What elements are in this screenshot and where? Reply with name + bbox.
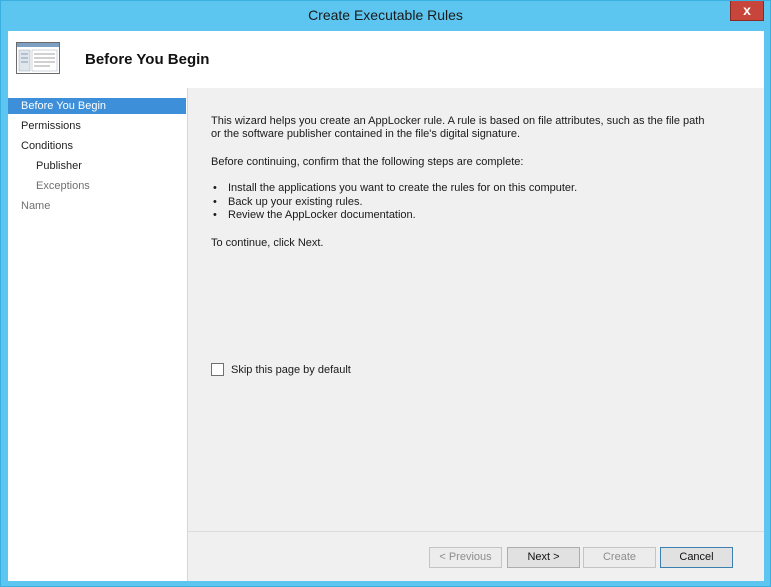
steps-list: Install the applications you want to cre…	[211, 182, 577, 223]
previous-button: < Previous	[429, 547, 502, 568]
wizard-footer: < Previous Next > Create Cancel	[188, 531, 764, 581]
sidebar-item-conditions[interactable]: Conditions	[8, 138, 186, 154]
title-bar[interactable]: Create Executable Rules x	[1, 1, 770, 31]
sidebar-item-name: Name	[21, 200, 51, 212]
sidebar-item-publisher[interactable]: Publisher	[8, 158, 186, 174]
wizard-window: Create Executable Rules x Before You Beg…	[0, 0, 771, 587]
before-continuing-text: Before continuing, confirm that the foll…	[211, 156, 524, 168]
skip-page-label[interactable]: Skip this page by default	[231, 364, 351, 376]
list-item: Install the applications you want to cre…	[211, 182, 577, 196]
sidebar-item-exceptions: Exceptions	[36, 180, 90, 192]
intro-text: This wizard helps you create an AppLocke…	[211, 115, 705, 140]
create-button: Create	[583, 547, 656, 568]
next-button[interactable]: Next >	[507, 547, 580, 568]
wizard-content: This wizard helps you create an AppLocke…	[188, 88, 764, 531]
window-title: Create Executable Rules	[308, 7, 463, 23]
close-icon: x	[743, 2, 751, 18]
wizard-header: Before You Begin	[8, 31, 764, 88]
list-item: Review the AppLocker documentation.	[211, 209, 577, 223]
sidebar-item-permissions[interactable]: Permissions	[8, 118, 186, 134]
continue-text: To continue, click Next.	[211, 237, 324, 249]
skip-page-checkbox[interactable]	[211, 363, 224, 376]
skip-page-option[interactable]: Skip this page by default	[211, 363, 351, 376]
page-title: Before You Begin	[85, 51, 210, 68]
wizard-window-icon	[16, 42, 60, 74]
wizard-steps-sidebar: Before You Begin Permissions Conditions …	[8, 88, 188, 581]
list-item: Back up your existing rules.	[211, 196, 577, 210]
cancel-button[interactable]: Cancel	[660, 547, 733, 568]
sidebar-item-before-you-begin[interactable]: Before You Begin	[8, 98, 186, 114]
close-button[interactable]: x	[730, 1, 764, 21]
